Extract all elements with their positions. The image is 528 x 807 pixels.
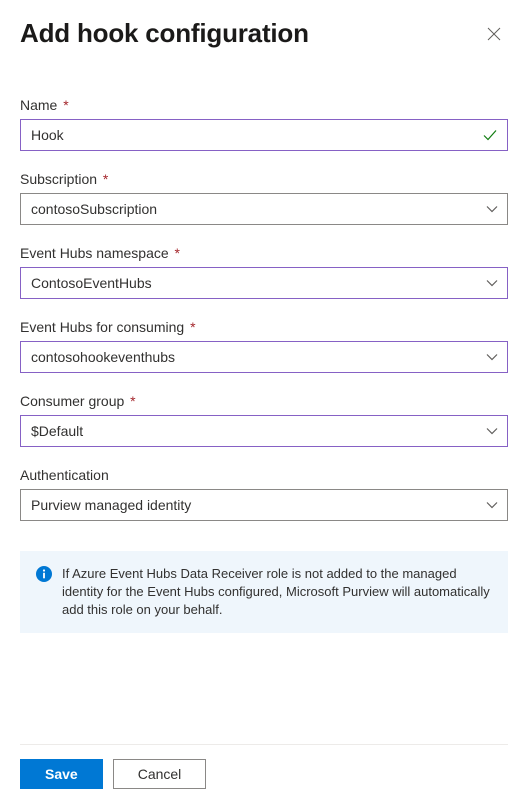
event-hubs-namespace-label-text: Event Hubs namespace: [20, 245, 169, 261]
dialog-footer: Save Cancel: [20, 744, 508, 789]
consumer-group-select[interactable]: $Default: [20, 415, 508, 447]
subscription-label-text: Subscription: [20, 171, 97, 187]
required-asterisk: *: [171, 245, 180, 261]
subscription-select-wrapper: contosoSubscription: [20, 193, 508, 225]
authentication-label-text: Authentication: [20, 467, 109, 483]
subscription-field-group: Subscription * contosoSubscription: [20, 171, 508, 225]
save-button[interactable]: Save: [20, 759, 103, 789]
dialog-title: Add hook configuration: [20, 18, 309, 49]
authentication-select-wrapper: Purview managed identity: [20, 489, 508, 521]
consumer-group-label-text: Consumer group: [20, 393, 124, 409]
cancel-button[interactable]: Cancel: [113, 759, 207, 789]
event-hubs-namespace-select-wrapper: ContosoEventHubs: [20, 267, 508, 299]
event-hubs-namespace-select[interactable]: ContosoEventHubs: [20, 267, 508, 299]
info-box: If Azure Event Hubs Data Receiver role i…: [20, 551, 508, 633]
close-button[interactable]: [480, 21, 508, 49]
event-hubs-namespace-field-group: Event Hubs namespace * ContosoEventHubs: [20, 245, 508, 299]
info-text: If Azure Event Hubs Data Receiver role i…: [62, 565, 492, 619]
required-asterisk: *: [99, 171, 108, 187]
name-input[interactable]: [20, 119, 508, 151]
close-icon: [486, 26, 502, 45]
name-field-group: Name *: [20, 97, 508, 151]
required-asterisk: *: [59, 97, 68, 113]
event-hubs-consuming-select[interactable]: contosohookeventhubs: [20, 341, 508, 373]
event-hubs-consuming-label-text: Event Hubs for consuming: [20, 319, 184, 335]
event-hubs-consuming-select-wrapper: contosohookeventhubs: [20, 341, 508, 373]
authentication-field-group: Authentication Purview managed identity: [20, 467, 508, 521]
consumer-group-label: Consumer group *: [20, 393, 508, 409]
name-label-text: Name: [20, 97, 57, 113]
consumer-group-select-wrapper: $Default: [20, 415, 508, 447]
name-label: Name *: [20, 97, 508, 113]
event-hubs-namespace-label: Event Hubs namespace *: [20, 245, 508, 261]
required-asterisk: *: [186, 319, 195, 335]
event-hubs-consuming-label: Event Hubs for consuming *: [20, 319, 508, 335]
authentication-select[interactable]: Purview managed identity: [20, 489, 508, 521]
subscription-label: Subscription *: [20, 171, 508, 187]
subscription-select[interactable]: contosoSubscription: [20, 193, 508, 225]
consumer-group-field-group: Consumer group * $Default: [20, 393, 508, 447]
authentication-label: Authentication: [20, 467, 508, 483]
name-input-wrapper: [20, 119, 508, 151]
info-icon: [36, 566, 52, 582]
event-hubs-consuming-field-group: Event Hubs for consuming * contosohookev…: [20, 319, 508, 373]
dialog-header: Add hook configuration: [20, 18, 508, 49]
required-asterisk: *: [126, 393, 135, 409]
